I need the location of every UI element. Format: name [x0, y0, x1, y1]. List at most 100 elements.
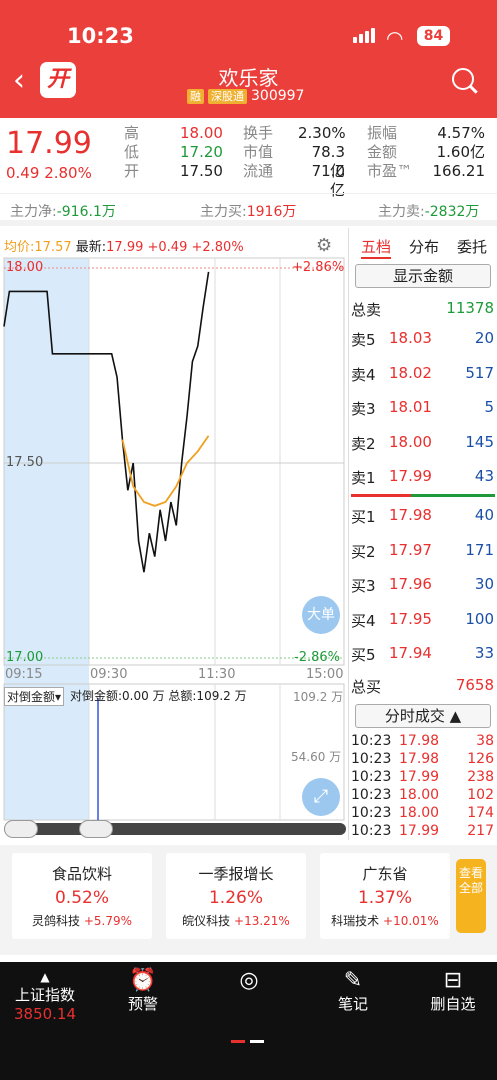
- label-turnover: 换手: [243, 124, 274, 142]
- expand-icon[interactable]: ⤢: [302, 778, 340, 816]
- sector-card[interactable]: 广东省 1.37% 科瑞技术 +10.01%: [320, 853, 450, 939]
- level-volume: 33: [474, 644, 494, 662]
- sell-strength-bar: [351, 494, 411, 497]
- tab-entrust[interactable]: 委托: [457, 236, 487, 257]
- order-book: 五档 分布 委托 显示金额 总卖 11378 卖5 18.03 20 卖4 18.02 51…: [348, 228, 497, 840]
- target-icon: ◎: [239, 968, 259, 993]
- tab-five-level[interactable]: 五档: [361, 236, 392, 259]
- level-price: 17.95: [389, 609, 432, 628]
- nav-alert[interactable]: ⏰ 预警: [120, 968, 166, 1014]
- value-low: 17.20: [180, 143, 223, 161]
- label-amplitude: 振幅: [367, 124, 398, 142]
- indicator-info: 对倒金额:0.00 万 总额:109.2 万: [70, 689, 247, 703]
- sector-pct: 1.37%: [357, 888, 412, 908]
- index-value: 3850.14: [13, 1005, 77, 1023]
- level-label: 买3: [351, 577, 376, 595]
- order-level: 买1 17.98 40: [349, 506, 497, 526]
- tick-time: 10:23: [351, 805, 392, 821]
- page-dot: [250, 1040, 264, 1043]
- sector-card[interactable]: 一季报增长 1.26% 皖仪科技 +13.21%: [166, 853, 306, 939]
- show-amount-button[interactable]: 显示金额: [355, 264, 491, 288]
- buy-strength-bar: [411, 494, 495, 497]
- order-level: 卖5 18.03 20: [349, 329, 497, 349]
- tick-trades-button[interactable]: 分时成交 ▲: [355, 704, 491, 728]
- tick-row: 10:23 17.99 217: [349, 823, 497, 843]
- indicator-select[interactable]: 对倒金额▾: [4, 687, 65, 706]
- label-low: 低: [124, 143, 140, 161]
- signal-icon: [353, 28, 375, 43]
- tick-volume: 102: [467, 787, 494, 803]
- tick-time: 10:23: [351, 769, 392, 785]
- sector-card[interactable]: 食品饮料 0.52% 灵鸽科技 +5.79%: [12, 853, 152, 939]
- tick-price: 17.99: [399, 823, 440, 839]
- order-book-tabs: 五档 分布 委托: [349, 234, 497, 260]
- level-volume: 43: [474, 467, 494, 485]
- net-flow-value: -916.1万: [56, 204, 116, 220]
- nav-index[interactable]: ▲ 上证指数 3850.14: [8, 970, 82, 1023]
- tick-price: 17.98: [399, 751, 440, 767]
- level-label: 卖2: [351, 434, 376, 453]
- sector-name: 一季报增长: [198, 865, 274, 883]
- tick-price: 17.99: [399, 769, 440, 785]
- sector-pct: 0.52%: [54, 888, 109, 908]
- level-volume: 145: [465, 432, 494, 451]
- value-open: 17.50: [180, 162, 223, 180]
- level-price: 17.94: [389, 644, 432, 662]
- level-label: 买1: [351, 508, 376, 526]
- order-level: 卖1 17.99 43: [349, 467, 497, 487]
- index-name: 上证指数: [14, 986, 75, 1004]
- stock-name: 欢乐家: [218, 66, 279, 90]
- intraday-chart[interactable]: 均价:17.57 最新:17.99 +0.49 +2.80% ⚙ 18.00 1…: [0, 228, 348, 838]
- level-price: 17.96: [389, 575, 432, 593]
- level-volume: 40: [474, 506, 494, 524]
- tick-row: 10:23 18.00 174: [349, 805, 497, 825]
- wifi-icon: ◠: [386, 26, 404, 50]
- tick-time: 10:23: [351, 733, 392, 749]
- value-pe: 166.21: [432, 162, 486, 180]
- current-price: 17.99: [6, 126, 92, 161]
- value-mktcap: 78.3亿: [311, 143, 345, 180]
- level-price: 17.98: [389, 506, 432, 524]
- order-level: 卖4 18.02 517: [349, 364, 497, 384]
- tick-row: 10:23 17.99 238: [349, 769, 497, 789]
- tick-price: 17.98: [399, 733, 440, 749]
- y-top-label: 18.00: [6, 260, 44, 275]
- connect-tag: 深股通: [208, 88, 247, 104]
- main-sell-value: -2832万: [424, 204, 480, 220]
- x-label: 11:30: [198, 667, 236, 682]
- sector-strip: 食品饮料 0.52% 灵鸽科技 +5.79% 一季报增长 1.26% 皖仪科技 …: [0, 845, 497, 955]
- nav-notes[interactable]: ✎ 笔记: [330, 968, 376, 1014]
- search-icon[interactable]: [452, 68, 474, 90]
- level-price: 18.02: [389, 363, 432, 382]
- value-float: 71.0亿: [311, 162, 345, 199]
- tick-price: 18.00: [399, 787, 440, 803]
- sector-leader: 科瑞技术 +10.01%: [331, 914, 439, 928]
- nav-remove-watchlist[interactable]: ⊟ 删自选: [424, 968, 482, 1014]
- up-triangle-icon: ▲: [40, 970, 50, 984]
- margin-tag: 融: [187, 88, 204, 104]
- tab-distribution[interactable]: 分布: [409, 236, 439, 257]
- tick-time: 10:23: [351, 787, 392, 803]
- pct-top-label: +2.86%: [292, 260, 345, 275]
- view-all-button[interactable]: 查看全部: [456, 859, 486, 933]
- big-order-button[interactable]: 大单: [302, 596, 340, 634]
- total-buy-value: 7658: [455, 676, 494, 694]
- sector-name: 广东省: [362, 865, 408, 883]
- nav-target[interactable]: ◎: [226, 968, 272, 993]
- level-volume: 171: [465, 540, 494, 559]
- stock-subtitle: 融 深股通 300997: [187, 88, 304, 104]
- range-handle-right[interactable]: [79, 820, 113, 838]
- battery-indicator: 84: [417, 26, 450, 46]
- quote-col2-labels: 换手 市值 流通: [243, 124, 273, 181]
- price-change: 0.49 2.80%: [6, 164, 92, 182]
- tick-row: 10:23 18.00 102: [349, 787, 497, 807]
- level-price: 18.03: [389, 329, 432, 347]
- quote-panel: 17.99 0.49 2.80% 高低开 18.00 17.20 17.50 换手市…: [0, 118, 497, 199]
- level-label: 卖5: [351, 331, 376, 349]
- sub-top-label: 109.2 万: [293, 690, 344, 704]
- range-handle-left[interactable]: [4, 820, 38, 838]
- value-amplitude: 4.57%: [437, 124, 485, 142]
- level-volume: 20: [474, 329, 494, 347]
- time-range-scrollbar[interactable]: [4, 820, 346, 838]
- level-volume: 517: [465, 363, 494, 382]
